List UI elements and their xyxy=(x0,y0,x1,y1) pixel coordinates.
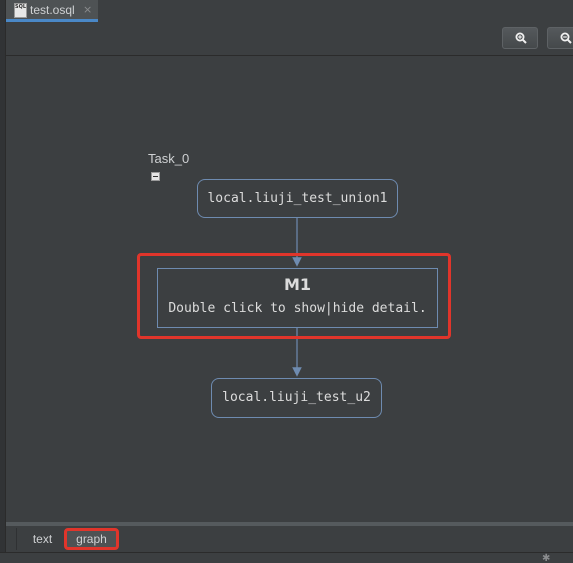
zoom-in-button[interactable] xyxy=(502,27,538,49)
editor-tab-bar: SQL test.osql × xyxy=(6,0,573,23)
target-table-label: local.liuji_test_u2 xyxy=(222,390,371,405)
tab-graph-label: graph xyxy=(76,532,107,546)
stage-hint: Double click to show|hide detail. xyxy=(168,301,427,316)
status-bar: ✱ xyxy=(0,552,573,563)
graph-canvas[interactable]: Task_0 local.liuji_test_union1 M1 Double… xyxy=(6,56,573,522)
stage-title: M1 xyxy=(283,275,312,294)
source-table-label: local.liuji_test_union1 xyxy=(207,191,388,206)
zoom-in-icon xyxy=(515,32,527,44)
sql-file-icon: SQL xyxy=(14,3,27,18)
source-table-node[interactable]: local.liuji_test_union1 xyxy=(197,179,398,218)
zoom-out-button[interactable] xyxy=(547,27,573,49)
close-icon[interactable]: × xyxy=(83,3,92,16)
target-table-node[interactable]: local.liuji_test_u2 xyxy=(211,378,382,418)
task-label: Task_0 xyxy=(148,151,190,166)
file-tab-test-osql[interactable]: SQL test.osql × xyxy=(6,0,98,22)
stage-node-m1[interactable]: M1 Double click to show|hide detail. xyxy=(157,268,438,328)
sql-file-icon-text: SQL xyxy=(15,4,27,10)
tab-text[interactable]: text xyxy=(16,528,68,550)
view-tab-strip: text graph xyxy=(6,522,573,552)
settings-icon[interactable]: ✱ xyxy=(542,554,550,563)
zoom-out-icon xyxy=(560,32,572,44)
tab-text-label: text xyxy=(32,532,53,546)
collapse-task-icon[interactable] xyxy=(151,172,160,181)
tab-graph[interactable]: graph xyxy=(64,528,119,550)
file-tab-label: test.osql xyxy=(30,3,75,17)
graph-toolbar xyxy=(6,22,573,56)
graph-editor-window: SQL test.osql × Task_0 local.liuji_test_… xyxy=(0,0,573,563)
